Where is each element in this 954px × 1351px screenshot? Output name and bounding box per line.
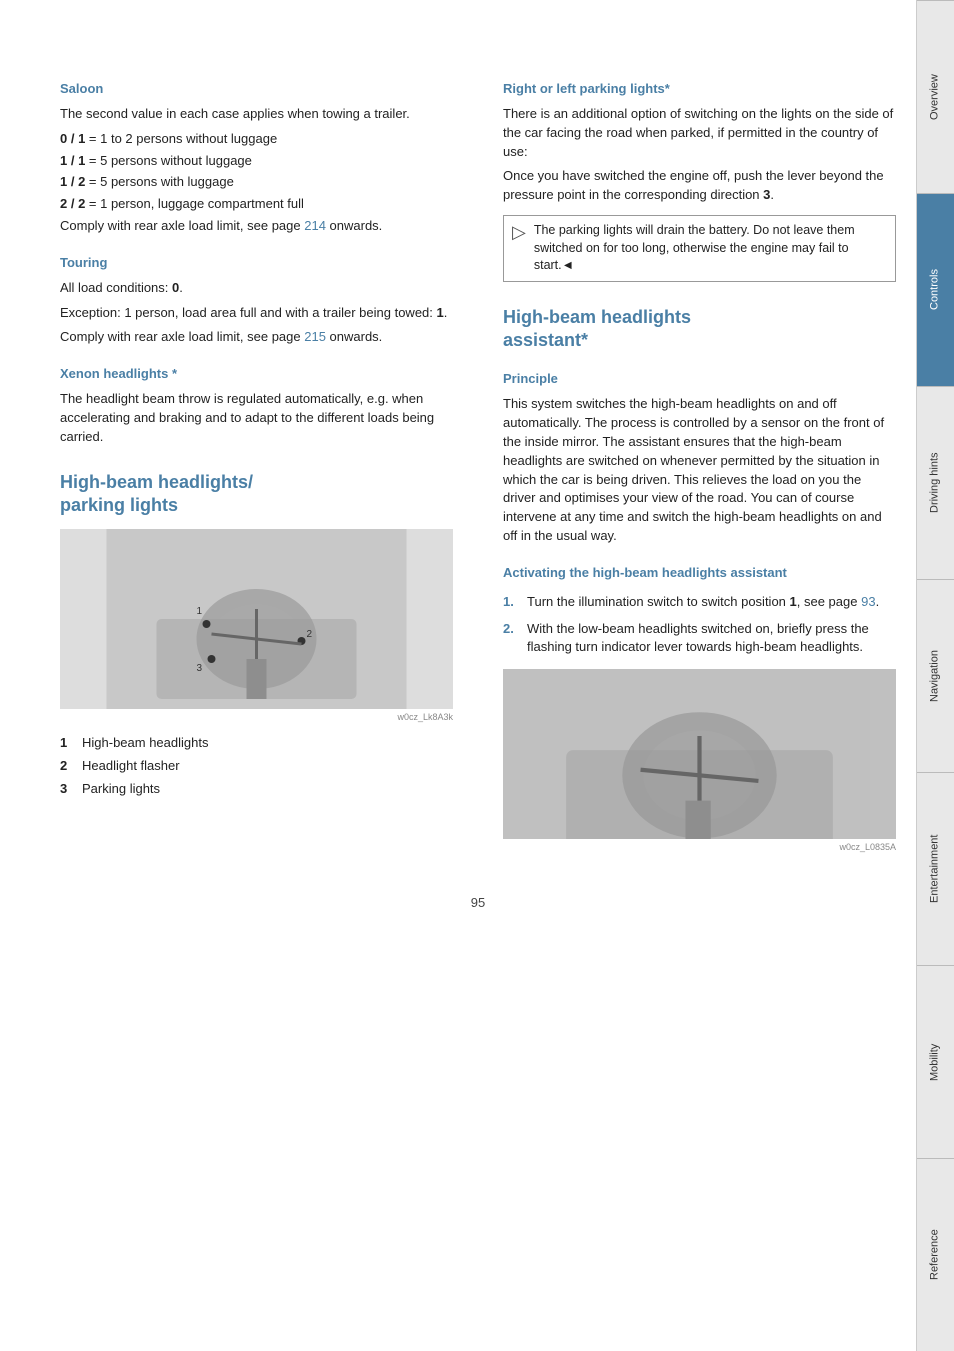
note-text: The parking lights will drain the batter… [534, 222, 887, 275]
touring-text2: Exception: 1 person, load area full and … [60, 304, 453, 323]
note-icon: ▷ [512, 220, 526, 245]
major-heading-2: High-beam headlights assistant* [503, 306, 896, 353]
left-column: Saloon The second value in each case app… [60, 80, 463, 864]
page-number: 95 [60, 894, 896, 913]
sidebar-tab-reference[interactable]: Reference [917, 1158, 954, 1351]
svg-text:3: 3 [197, 663, 203, 674]
numbered-list: 1 High-beam headlights 2 Headlight flash… [60, 734, 453, 799]
list-item-2: 2 Headlight flasher [60, 757, 453, 776]
steps-list: 1. Turn the illumination switch to switc… [503, 593, 896, 658]
step-1: 1. Turn the illumination switch to switc… [503, 593, 896, 612]
activating-heading: Activating the high-beam headlights assi… [503, 564, 896, 583]
saloon-item-2: 1 / 2 = 5 persons with luggage [60, 173, 453, 192]
right-sidebar: Overview Controls Driving hints Navigati… [916, 0, 954, 1351]
svg-text:2: 2 [307, 629, 313, 640]
principle-text: This system switches the high-beam headl… [503, 395, 896, 546]
saloon-key-3: 2 / 2 [60, 196, 85, 211]
step-2: 2. With the low-beam headlights switched… [503, 620, 896, 658]
right-column: Right or left parking lights* There is a… [493, 80, 896, 864]
parking-lights-text1: There is an additional option of switchi… [503, 105, 896, 162]
touring-heading: Touring [60, 254, 453, 273]
sidebar-tab-navigation[interactable]: Navigation [917, 579, 954, 772]
sidebar-tab-overview[interactable]: Overview [917, 0, 954, 193]
note-box: ▷ The parking lights will drain the batt… [503, 215, 896, 282]
major-heading-1: High-beam headlights/ parking lights [60, 471, 453, 518]
list-item-3: 3 Parking lights [60, 780, 453, 799]
list-item-1: 1 High-beam headlights [60, 734, 453, 753]
xenon-heading: Xenon headlights * [60, 365, 453, 384]
parking-lights-heading: Right or left parking lights* [503, 80, 896, 99]
saloon-heading: Saloon [60, 80, 453, 99]
xenon-text: The headlight beam throw is regulated au… [60, 390, 453, 447]
sidebar-tab-controls[interactable]: Controls [917, 193, 954, 386]
headlight-image-left: 1 2 3 [60, 529, 453, 709]
saloon-key-0: 0 / 1 [60, 131, 85, 146]
saloon-key-2: 1 / 2 [60, 174, 85, 189]
saloon-key-1: 1 / 1 [60, 153, 85, 168]
principle-heading: Principle [503, 370, 896, 389]
touring-link[interactable]: 215 [304, 329, 326, 344]
saloon-link[interactable]: 214 [304, 218, 326, 233]
sidebar-tab-driving-hints[interactable]: Driving hints [917, 386, 954, 579]
image-right-caption: w0cz_L0835A [503, 841, 896, 856]
saloon-intro: The second value in each case applies wh… [60, 105, 453, 124]
parking-lights-text2: Once you have switched the engine off, p… [503, 167, 896, 205]
headlight-image-right [503, 669, 896, 839]
sidebar-tab-entertainment[interactable]: Entertainment [917, 772, 954, 965]
svg-text:1: 1 [197, 606, 203, 617]
touring-comply: Comply with rear axle load limit, see pa… [60, 328, 453, 347]
saloon-comply: Comply with rear axle load limit, see pa… [60, 217, 453, 236]
image-left-caption: w0cz_Lk8A3k [60, 711, 453, 726]
sidebar-tab-mobility[interactable]: Mobility [917, 965, 954, 1158]
touring-text1: All load conditions: 0. [60, 279, 453, 298]
saloon-item-3: 2 / 2 = 1 person, luggage compartment fu… [60, 195, 453, 214]
saloon-item-1: 1 / 1 = 5 persons without luggage [60, 152, 453, 171]
step1-link[interactable]: 93 [861, 594, 875, 609]
saloon-item-0: 0 / 1 = 1 to 2 persons without luggage [60, 130, 453, 149]
